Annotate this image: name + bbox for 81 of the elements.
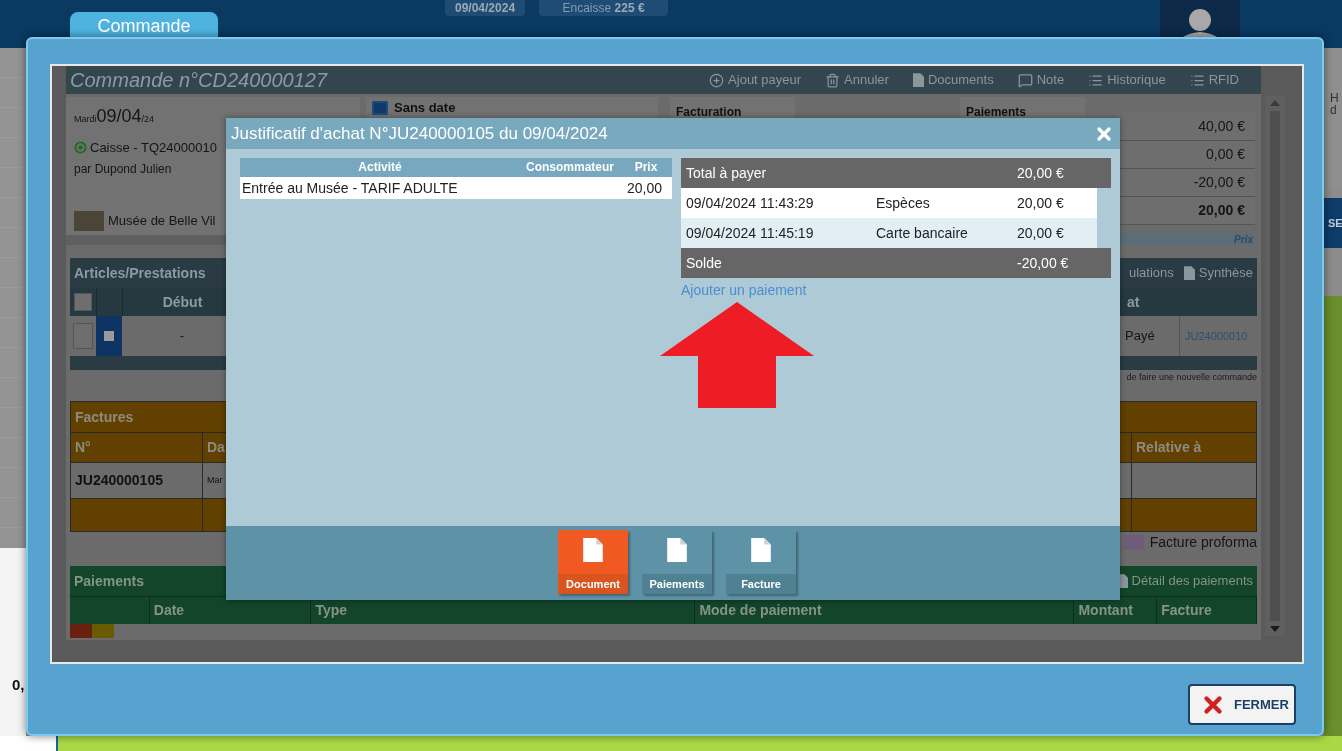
cash-chip: Encaisse 225 € [539, 0, 669, 16]
payment-mode: Espèces [876, 193, 931, 213]
checkbox[interactable] [372, 101, 388, 115]
status-marker [96, 316, 122, 356]
checkbox[interactable] [73, 323, 93, 349]
document-icon [583, 538, 603, 562]
channel-label: Caisse - TQ24000010 [90, 139, 217, 157]
toolbar-button[interactable]: Note [1017, 70, 1065, 90]
balance-amount: -20,00 € [1017, 253, 1069, 273]
column-header: Relative à [1135, 438, 1203, 457]
status-marker [92, 624, 114, 638]
add-payment-link[interactable]: Ajouter un paiement [681, 280, 807, 301]
column-header: Activité [357, 159, 403, 176]
section-title: Articles/Prestations [74, 263, 206, 283]
side-button[interactable]: SE [1324, 198, 1342, 248]
year-label: /24 [141, 114, 155, 126]
column-header: Consommateur [525, 159, 615, 176]
checkbox[interactable] [74, 293, 92, 311]
document-button[interactable]: Document [558, 530, 628, 594]
scrollbar[interactable] [1265, 96, 1285, 636]
payment-amount: 20,00 € [1017, 223, 1064, 243]
radio-dot-icon [74, 141, 87, 155]
trash-icon [825, 72, 841, 88]
list-icon [1088, 72, 1104, 88]
list-icon [1189, 72, 1205, 88]
column-header: Da [206, 438, 226, 457]
document-button[interactable]: Paiements [642, 530, 712, 594]
seller-label: par Dupond Julien [74, 160, 173, 178]
scroll-up-icon[interactable] [1270, 100, 1280, 106]
tab[interactable]: Commande [70, 12, 218, 40]
plus-circle-icon [709, 72, 725, 88]
table-cell-text: 20,00 [625, 179, 663, 198]
document-button[interactable]: Facture [726, 530, 796, 594]
date-chip: 09/04/2024 [445, 0, 526, 16]
table-cell-text: - [178, 327, 186, 346]
document-icon [912, 73, 924, 87]
toolbar-button[interactable]: Historique [1088, 70, 1166, 90]
modal-title: Justificatif d'achat N°JU240000105 du 09/04/2024 [231, 122, 608, 145]
table-cell-text: Entrée au Musée - TARIF ADULTE [241, 179, 459, 198]
photo-placeholder [74, 211, 104, 231]
day-label: Mardi [74, 114, 97, 126]
document-icon [667, 538, 687, 562]
scroll-down-icon[interactable] [1270, 626, 1280, 632]
total-value: 0, [12, 674, 25, 695]
schedule-label: Sans date [394, 101, 456, 115]
section-action[interactable]: ulations [1129, 263, 1174, 283]
toolbar-button[interactable]: Annuler [825, 70, 889, 90]
document-icon [1183, 266, 1195, 280]
side-label: d [1330, 104, 1338, 116]
payment-amount: 20,00 € [1017, 193, 1064, 213]
table-cell-text: Mar [206, 473, 224, 487]
section-title: Factures [75, 407, 134, 427]
document-icon [751, 538, 771, 562]
payment-date: 09/04/2024 11:43:29 [685, 193, 815, 213]
total-amount: 20,00 € [1017, 163, 1064, 183]
toolbar-button[interactable]: Documents [912, 70, 994, 90]
payments-title: Paiements [966, 105, 1027, 119]
document-tile[interactable] [0, 736, 58, 751]
close-button[interactable]: FERMER [1188, 684, 1296, 725]
note-text: de faire une nouvelle commande [1126, 371, 1257, 384]
toolbar-button[interactable]: Ajout payeur [709, 70, 802, 90]
venue-label: Musée de Belle Vil [108, 212, 216, 231]
balance-label: Solde [685, 253, 723, 273]
column-header: at [1126, 292, 1141, 312]
section-action[interactable]: Synthèse [1183, 263, 1253, 283]
table-cell: JU240000105 [71, 463, 203, 498]
speech-bubble-icon [1017, 72, 1033, 88]
payment-date: 09/04/2024 11:45:19 [685, 223, 815, 243]
total-label: Total à payer [685, 163, 768, 183]
payment-mode: Carte bancaire [876, 223, 969, 243]
toolbar-button[interactable]: RFID [1189, 70, 1239, 90]
order-title: Commande n°CD240000127 [70, 68, 328, 93]
date-label: 09/04 [96, 105, 142, 128]
table-cell: Payé [1123, 316, 1180, 356]
legend-swatch [1123, 534, 1144, 550]
column-header: Prix [633, 159, 659, 176]
billing-title: Facturation [676, 105, 742, 119]
side-label: H [1330, 92, 1340, 104]
status-marker [70, 624, 92, 638]
legend-label: Facture proforma [1149, 532, 1257, 552]
section-title: Paiements [74, 571, 145, 591]
